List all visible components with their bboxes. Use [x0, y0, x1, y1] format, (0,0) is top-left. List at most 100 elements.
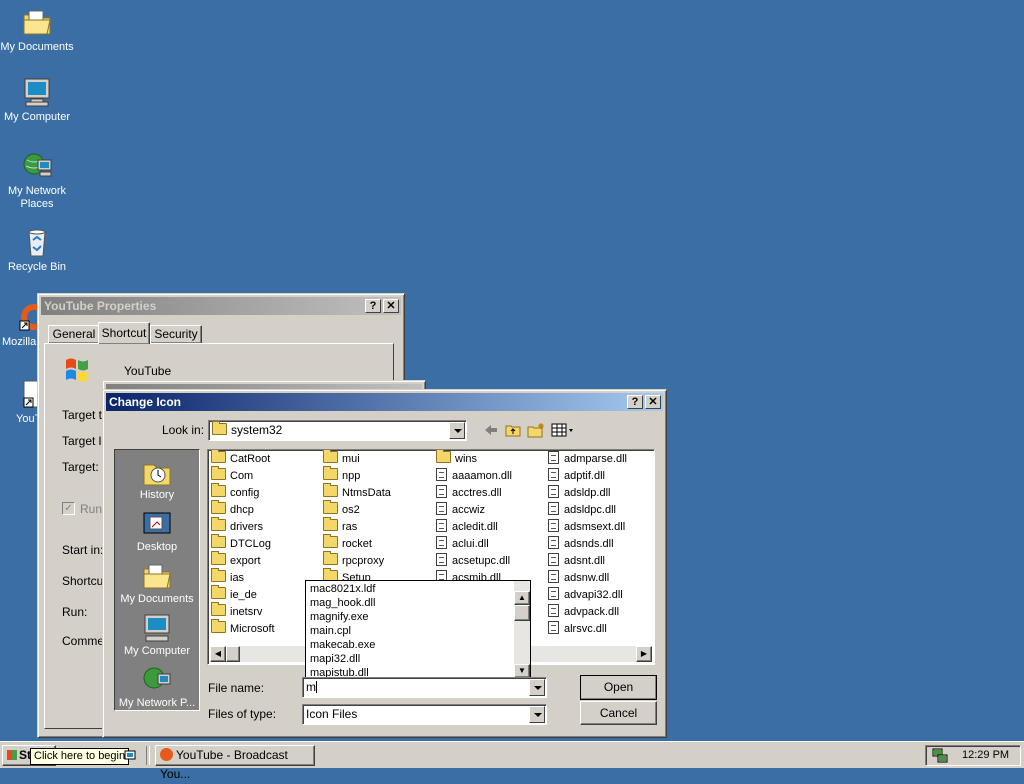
cancel-button[interactable]: Cancel	[580, 701, 657, 725]
folder-icon	[211, 500, 226, 514]
field-label: Run:	[62, 605, 88, 619]
file-item[interactable]: DTCLog	[211, 534, 271, 553]
close-button[interactable]: ✕	[645, 395, 661, 409]
taskbar-separator	[146, 746, 150, 765]
places-my-computer[interactable]: My Computer	[115, 613, 199, 657]
file-item[interactable]: adsldp.dll	[548, 485, 610, 502]
file-icon	[548, 468, 559, 481]
file-item-label: alrsvc.dll	[564, 623, 607, 635]
file-item-label: dhcp	[230, 504, 254, 516]
file-item-label: os2	[342, 504, 360, 516]
file-item[interactable]: adsnt.dll	[548, 553, 605, 570]
quick-launch-icon[interactable]	[124, 749, 136, 761]
chevron-down-icon[interactable]	[529, 679, 545, 696]
file-item[interactable]: advpack.dll	[548, 604, 619, 621]
places-desktop[interactable]: Desktop	[115, 509, 199, 553]
file-item[interactable]: adsnds.dll	[548, 536, 614, 553]
file-item-label: config	[230, 487, 260, 499]
desktop-icon-my-documents[interactable]: My Documents	[0, 6, 74, 54]
places-my-documents[interactable]: My Documents	[115, 561, 199, 605]
file-item[interactable]: NtmsData	[323, 483, 391, 502]
file-item[interactable]: adptif.dll	[548, 468, 605, 485]
file-item-label: CatRoot	[230, 453, 271, 465]
autocomplete-item[interactable]: mag_hook.dll	[306, 596, 514, 610]
file-item-label: rocket	[342, 538, 372, 550]
places-network[interactable]: My Network P...	[115, 665, 199, 709]
tab-shortcut[interactable]: Shortcut	[98, 322, 150, 344]
help-button[interactable]: ?	[627, 395, 643, 409]
file-item[interactable]: advapi32.dll	[548, 587, 623, 604]
file-item-label: adsmsext.dll	[564, 521, 626, 533]
desktop-icon-label: My Computer	[3, 111, 71, 123]
file-item[interactable]: admparse.dll	[548, 451, 627, 468]
file-item[interactable]: adsmsext.dll	[548, 519, 625, 536]
desktop-icon-label: Recycle Bin	[7, 261, 67, 273]
folder-icon	[211, 534, 226, 548]
folder-icon	[211, 450, 226, 463]
file-item-label: mui	[342, 453, 360, 465]
scroll-left-button[interactable]: ◀	[210, 646, 226, 662]
file-item-label: drivers	[230, 521, 264, 533]
file-item[interactable]: acctres.dll	[436, 485, 502, 502]
folder-icon	[211, 619, 226, 633]
file-item[interactable]: aclui.dll	[436, 536, 489, 553]
scroll-up-button[interactable]: ▲	[514, 591, 530, 605]
file-item[interactable]: rpcproxy	[323, 551, 384, 570]
file-item[interactable]: acsetupc.dll	[436, 553, 510, 570]
file-item-label: ias	[230, 572, 245, 584]
autocomplete-item[interactable]: makecab.exe	[306, 638, 514, 652]
folder-icon	[323, 483, 338, 497]
back-arrow-icon[interactable]	[484, 424, 498, 436]
history-icon	[142, 457, 172, 487]
taskbar: St Click here to begin YouTube - Broadca…	[0, 741, 1024, 781]
new-folder-icon[interactable]	[527, 422, 545, 438]
view-menu-icon[interactable]	[551, 423, 575, 437]
file-item[interactable]: acledit.dll	[436, 519, 498, 536]
file-item[interactable]: Microsoft	[211, 619, 275, 638]
file-item[interactable]: adsnw.dll	[548, 570, 609, 587]
chevron-down-icon[interactable]	[449, 422, 465, 439]
scroll-down-button[interactable]: ▼	[514, 664, 530, 678]
taskbar-task-youtube[interactable]: YouTube - Broadcast You...	[155, 745, 315, 781]
help-button[interactable]: ?	[365, 299, 381, 313]
up-folder-icon[interactable]	[505, 423, 521, 437]
vertical-scrollbar[interactable]: ▲ ▼	[514, 581, 530, 678]
scroll-thumb[interactable]	[514, 605, 530, 621]
scroll-thumb[interactable]	[226, 646, 240, 662]
scroll-right-button[interactable]: ▶	[636, 646, 652, 662]
file-item[interactable]: wins	[436, 450, 477, 468]
tab-security[interactable]: Security	[150, 325, 202, 343]
desktop-icon-label: My Documents	[0, 41, 74, 53]
look-in-dropdown[interactable]: system32	[208, 420, 467, 441]
clock[interactable]: 12:29 PM	[962, 746, 1009, 765]
chevron-down-icon[interactable]	[529, 706, 545, 723]
autocomplete-item[interactable]: main.cpl	[306, 624, 514, 638]
file-item[interactable]: alrsvc.dll	[548, 621, 607, 638]
files-of-type-label: Files of type:	[208, 707, 277, 721]
autocomplete-item[interactable]: mac8021x.ldf	[306, 582, 514, 596]
file-item[interactable]: accwiz	[436, 502, 485, 519]
file-name-combobox[interactable]: m	[302, 677, 547, 698]
autocomplete-item[interactable]: magnify.exe	[306, 610, 514, 624]
files-of-type-dropdown[interactable]: Icon Files	[302, 704, 547, 725]
autocomplete-item[interactable]: mapi32.dll	[306, 652, 514, 666]
desktop-icon-my-computer[interactable]: My Computer	[0, 76, 74, 124]
autocomplete-popup[interactable]: mac8021x.ldf mag_hook.dll magnify.exe main.…	[305, 580, 531, 679]
desktop-icon-recycle-bin[interactable]: Recycle Bin	[0, 226, 74, 274]
tab-general[interactable]: General	[48, 325, 100, 343]
windows-flag-icon	[7, 750, 17, 760]
file-name-label: File name:	[208, 681, 265, 695]
file-item[interactable]: aaaamon.dll	[436, 468, 512, 485]
folder-icon	[211, 585, 226, 599]
file-item[interactable]: adsldpc.dll	[548, 502, 616, 519]
run-checkbox[interactable]: ✓	[62, 502, 75, 515]
change-icon-title-bar[interactable]: Change Icon ? ✕	[106, 393, 663, 411]
my-documents-icon	[142, 561, 172, 591]
places-history[interactable]: History	[115, 457, 199, 501]
desktop-icon-network-places[interactable]: My Network Places	[0, 150, 74, 211]
open-button[interactable]: Open	[580, 675, 657, 700]
file-item[interactable]: CatRoot	[211, 450, 271, 468]
close-button[interactable]: ✕	[383, 299, 399, 313]
properties-title-bar[interactable]: YouTube Properties ? ✕	[41, 297, 401, 315]
network-tray-icon[interactable]	[932, 748, 948, 763]
